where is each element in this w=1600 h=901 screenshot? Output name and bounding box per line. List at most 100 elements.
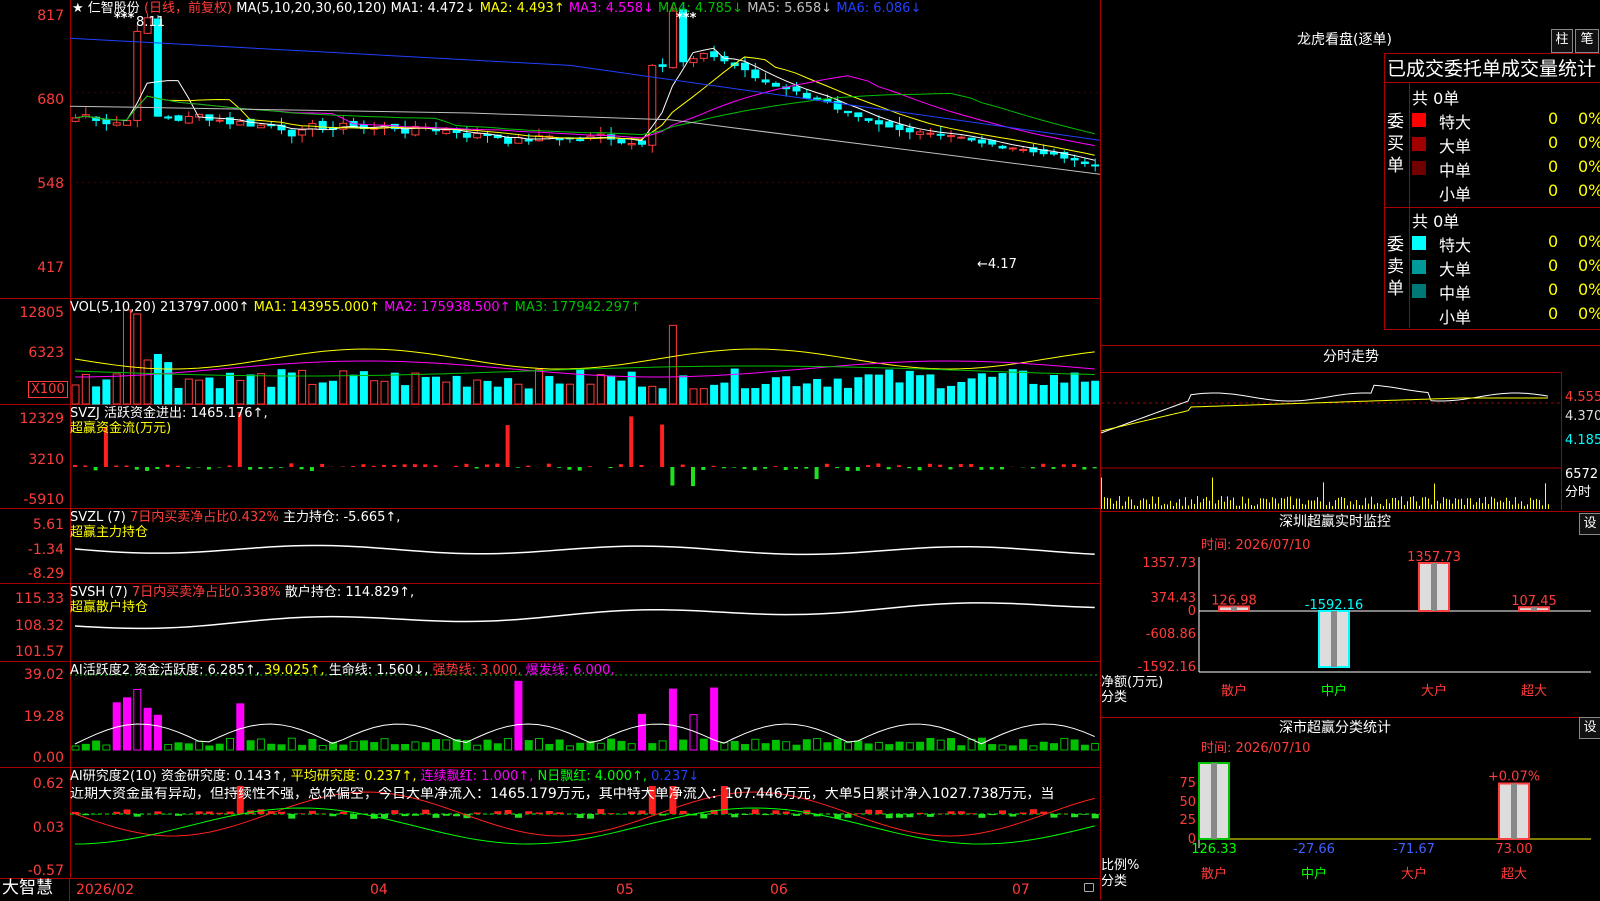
intraday-volume-bar xyxy=(1221,496,1222,509)
flow-bar xyxy=(310,467,314,471)
volume-bar xyxy=(330,381,337,404)
candle-body xyxy=(845,111,852,112)
ma-line xyxy=(75,48,1095,160)
intraday-volume-bar xyxy=(1254,506,1255,509)
volume-bar xyxy=(1030,384,1037,404)
sz-class-chart[interactable]: 7550250126.33散户-27.66中户-71.67大户+0.07%73.… xyxy=(1101,718,1600,900)
intraday-volume-bar xyxy=(1101,477,1102,509)
intraday-tick: 4.555 xyxy=(1565,390,1600,405)
ai-research-chart[interactable] xyxy=(70,768,1100,878)
candle-body xyxy=(865,119,872,121)
intraday-vol-label: 分时 xyxy=(1565,485,1591,500)
volume-bar xyxy=(412,373,419,404)
intraday-volume-bar xyxy=(1407,501,1408,509)
order-pct: 0% xyxy=(1578,157,1600,176)
volume-bar xyxy=(649,386,656,404)
research-bar xyxy=(772,810,779,814)
intraday-volume-bar xyxy=(1419,506,1420,509)
intraday-volume-bar xyxy=(1245,504,1246,509)
intraday-volume-bar xyxy=(1191,499,1192,509)
flow-bar xyxy=(269,467,273,468)
order-size-label: 特大 xyxy=(1439,232,1471,256)
intraday-volume-bar xyxy=(1236,506,1237,509)
intraday-volume-bar xyxy=(1362,505,1363,509)
intraday-volume-bar xyxy=(1368,504,1369,509)
intraday-price-line xyxy=(1101,385,1548,433)
volume-panel[interactable]: VOL(5,10,20) 213797.000↑ MA1: 143955.000… xyxy=(70,299,1100,405)
volume-bar xyxy=(587,384,594,404)
order-color-swatch xyxy=(1412,284,1426,298)
research-bar xyxy=(402,814,409,816)
activity-bar xyxy=(628,744,635,750)
candle-body xyxy=(711,52,718,57)
flow-bar xyxy=(856,467,860,471)
intraday-volume-bar xyxy=(1173,506,1174,509)
intraday-chart-frame[interactable] xyxy=(1101,372,1562,510)
candle-body xyxy=(700,54,707,59)
period-label[interactable]: (日线，前复权) xyxy=(144,1,232,16)
volume-bar xyxy=(834,379,841,404)
research-bar xyxy=(113,812,120,814)
volume-unit-badge[interactable]: X100 xyxy=(28,381,68,398)
volume-bar xyxy=(350,375,357,404)
activity-bar xyxy=(772,740,779,750)
volume-bar xyxy=(113,374,120,404)
sz-monitor-chart[interactable]: 1357.73374.430-608.86-1592.16126.98散户-15… xyxy=(1101,512,1600,717)
svsh-panel[interactable]: SVSH (7) 7日内买卖净占比0.338% 散户持仓: 114.829↑, … xyxy=(70,584,1100,662)
intraday-volume-bar xyxy=(1161,505,1162,509)
order-stat-row: 中单 0 0% xyxy=(1412,280,1600,300)
bar-view-button[interactable]: 柱 xyxy=(1551,29,1573,53)
intraday-volume-bar xyxy=(1170,501,1171,509)
svzj-legend: SVZJ 活跃资金进出: 1465.176↑, xyxy=(70,406,268,421)
volume-bar xyxy=(93,387,100,404)
activity-bar xyxy=(762,744,769,750)
svzl-panel[interactable]: SVZL (7) 7日内买卖净占比0.432% 主力持仓: -5.665↑, 超… xyxy=(70,509,1100,584)
date-tick: 06 xyxy=(770,883,788,898)
svzj-panel[interactable]: SVZJ 活跃资金进出: 1465.176↑, 超赢资金流(万元) xyxy=(70,405,1100,509)
activity-bar xyxy=(103,745,110,750)
intraday-volume-bar xyxy=(1311,501,1312,509)
intraday-panel[interactable]: 分时走势 4.555 4.370 4.185 6572 分时 xyxy=(1100,346,1600,512)
volume-bar xyxy=(927,375,934,404)
research-bar xyxy=(587,814,594,819)
flow-bar xyxy=(660,425,664,467)
volume-bar xyxy=(525,389,532,404)
tick-view-button[interactable]: 笔 xyxy=(1575,29,1599,53)
price-panel[interactable]: ★ 仁智股份 (日线，前复权) MA(5,10,20,30,60,120) MA… xyxy=(70,0,1100,299)
flow-bar xyxy=(403,464,407,467)
flow-bar xyxy=(588,466,592,467)
buy-group-label: 委买单 xyxy=(1387,111,1407,177)
intraday-volume-bar xyxy=(1230,500,1231,509)
order-pct: 0% xyxy=(1578,109,1600,128)
intraday-volume-bar xyxy=(1353,504,1354,509)
ai-research-panel[interactable]: AI研究度2(10) 资金研究度: 0.143↑, 平均研究度: 0.237↑,… xyxy=(70,768,1100,878)
candle-body xyxy=(937,134,944,135)
candle-body xyxy=(433,130,440,131)
intraday-volume-bar xyxy=(1242,497,1243,509)
sz-monitor-panel[interactable]: 深圳超赢实时监控 设 时间: 2026/07/10 1357.73374.430… xyxy=(1100,512,1600,718)
volume-bar xyxy=(257,374,264,404)
candle-body xyxy=(165,117,172,118)
ai-active-panel[interactable]: AI活跃度2 资金活跃度: 6.285↑, 39.025↑, 生命线: 1.56… xyxy=(70,662,1100,768)
sz-class-panel[interactable]: 深市超赢分类统计 设 时间: 2026/07/10 7550250126.33散… xyxy=(1100,718,1600,900)
candle-body xyxy=(814,98,821,99)
volume-bar xyxy=(680,376,687,404)
intraday-chart[interactable] xyxy=(1101,373,1561,510)
candlestick-chart[interactable] xyxy=(70,0,1100,298)
lock-icon[interactable] xyxy=(1084,883,1094,892)
volume-bar xyxy=(185,379,192,404)
candle-body xyxy=(793,87,800,91)
ai-research-legend: AI研究度2(10) 资金研究度: 0.143↑, 平均研究度: 0.237↑,… xyxy=(70,769,699,784)
research-bar xyxy=(845,814,852,818)
activity-bar xyxy=(165,745,172,750)
order-count: 0 xyxy=(1548,157,1558,176)
volume-bar xyxy=(968,379,975,404)
flow-bar xyxy=(413,464,417,467)
intraday-volume-bar xyxy=(1452,504,1453,509)
buy-divider xyxy=(1409,83,1410,207)
favorite-star-icon[interactable]: ★ xyxy=(72,1,84,16)
stats-title: 已成交委托单成交量统计 xyxy=(1387,58,1596,80)
flow-bar xyxy=(928,464,932,467)
candle-body xyxy=(340,123,347,129)
price-legend: ★ 仁智股份 (日线，前复权) MA(5,10,20,30,60,120) MA… xyxy=(72,1,921,16)
